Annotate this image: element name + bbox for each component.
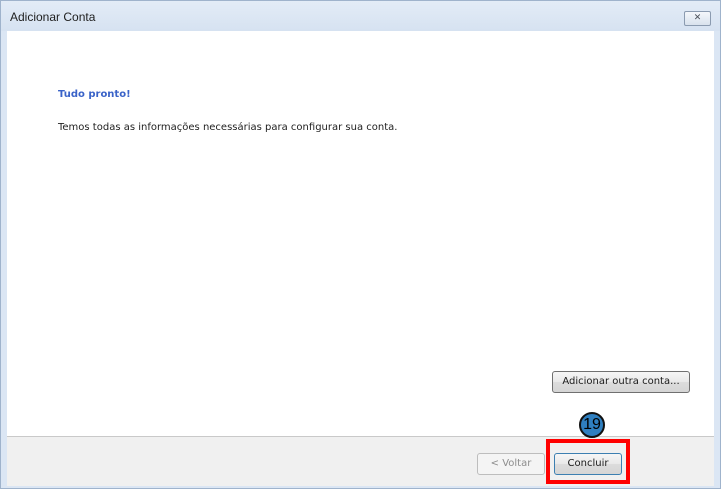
title-bar[interactable]: Adicionar Conta ✕ [1,1,720,31]
status-message: Temos todas as informações necessárias p… [58,122,398,133]
back-button[interactable]: < Voltar [477,453,545,475]
finish-button[interactable]: Concluir [554,453,622,475]
step-number-badge: 19 [579,412,605,438]
close-button[interactable]: ✕ [684,11,711,26]
page-heading: Tudo pronto! [58,89,131,100]
add-account-dialog: Adicionar Conta ✕ Tudo pronto! Temos tod… [0,0,721,489]
add-another-account-button[interactable]: Adicionar outra conta... [552,371,690,393]
window-title: Adicionar Conta [10,10,96,24]
close-icon: ✕ [693,13,702,23]
